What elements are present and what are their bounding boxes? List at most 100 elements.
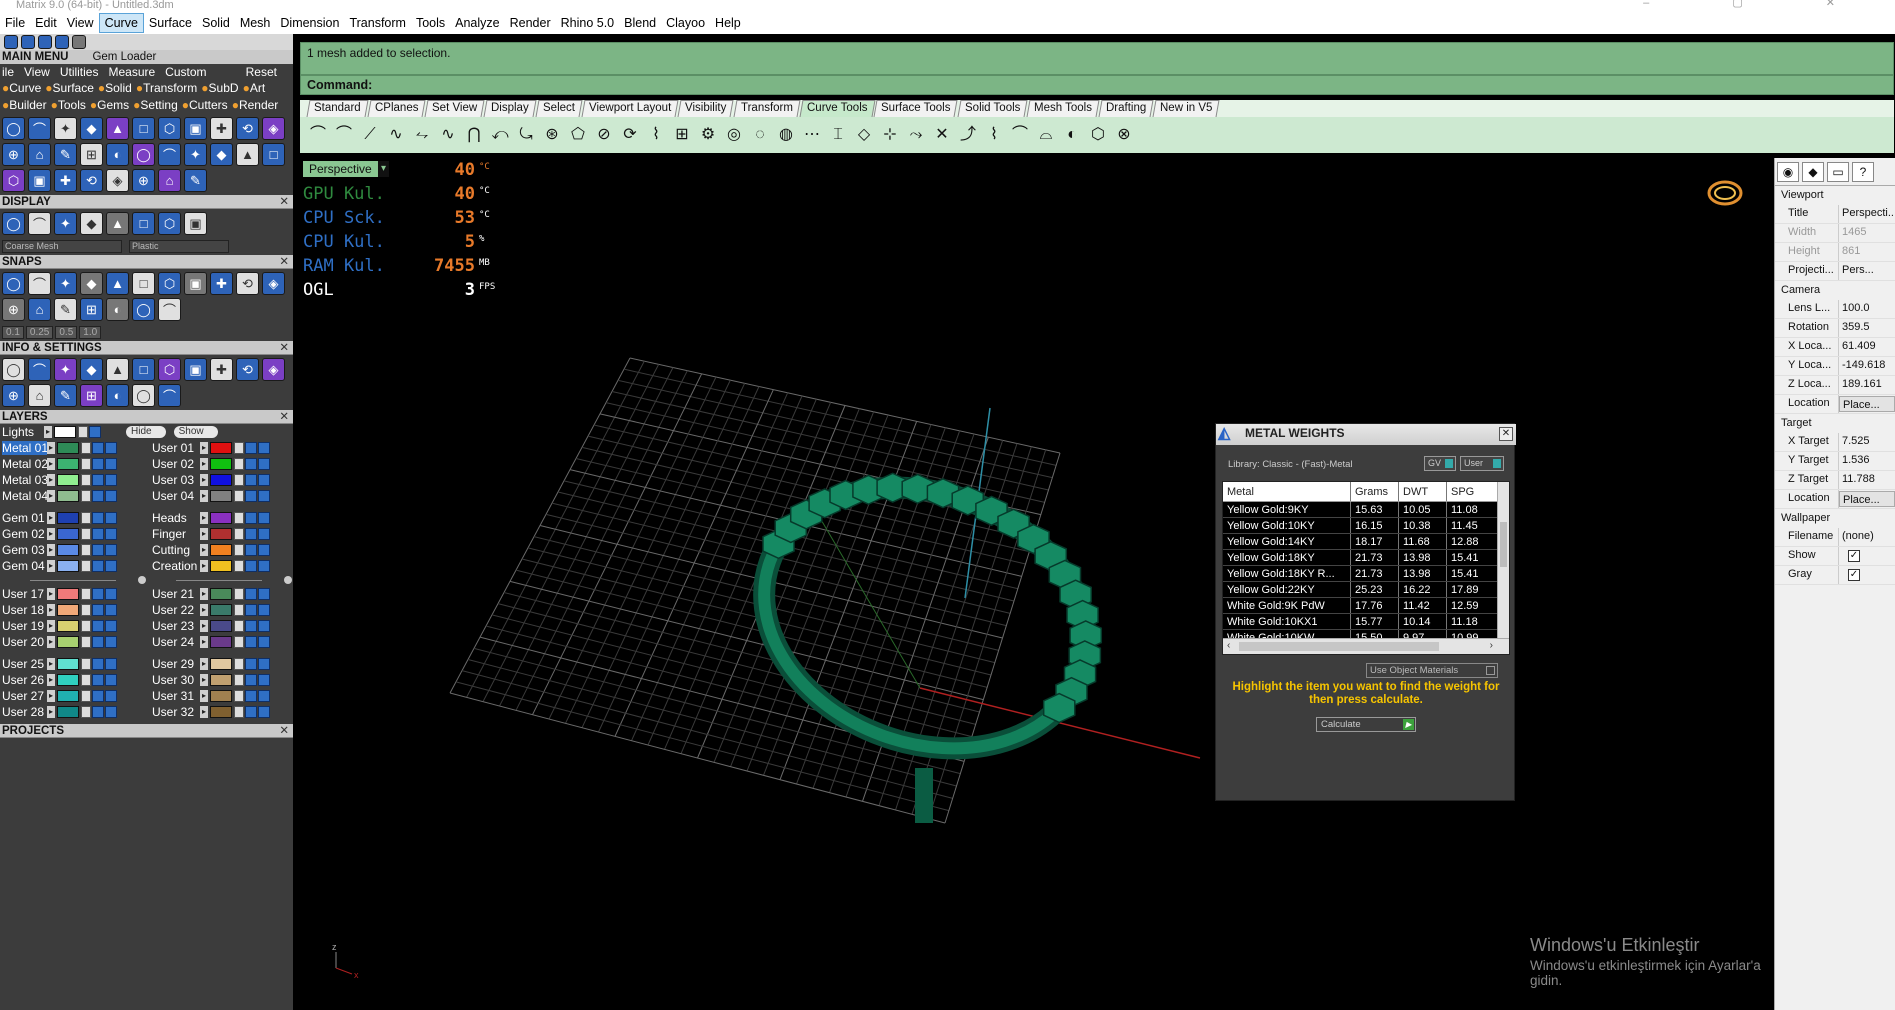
tool-icon[interactable]: ✚ xyxy=(210,358,233,381)
vertical-scrollbar[interactable] xyxy=(1497,482,1509,640)
curve-tool-icon[interactable]: ◐ xyxy=(1062,125,1082,145)
layer-expand-toggle[interactable]: ▸ xyxy=(47,528,55,540)
layer-row[interactable]: User 32 ▸ xyxy=(146,704,292,720)
metal-row[interactable]: White Gold:9K PdW 17.76 11.42 12.59 xyxy=(1223,598,1509,614)
curve-tool-icon[interactable]: ⚙ xyxy=(698,125,718,145)
layer-visibility-icon[interactable] xyxy=(92,706,104,718)
tool-icon[interactable]: ▲ xyxy=(106,272,129,295)
layer-lock-icon[interactable] xyxy=(234,706,244,718)
tool-icon[interactable]: ⌂ xyxy=(28,384,51,407)
layer-lock-icon[interactable] xyxy=(81,560,91,572)
tool-icon[interactable]: ◯ xyxy=(132,298,155,321)
layer-visibility-icon[interactable] xyxy=(92,604,104,616)
layer-visibility-icon[interactable] xyxy=(92,658,104,670)
tool-icon[interactable]: ⟲ xyxy=(236,358,259,381)
curve-tool-icon[interactable]: ⊗ xyxy=(1114,125,1134,145)
tool-icon[interactable]: ▣ xyxy=(28,169,51,192)
layer-color-swatch[interactable] xyxy=(210,658,232,670)
layer-expand-toggle[interactable]: ▸ xyxy=(47,512,55,524)
curve-tool-icon[interactable]: ⌒ xyxy=(1010,125,1030,145)
layer-row[interactable]: Heads ▸ xyxy=(146,510,292,526)
layer-render-icon[interactable] xyxy=(258,620,270,632)
gem-loader-label[interactable]: Gem Loader xyxy=(92,50,156,64)
tool-icon[interactable]: ✚ xyxy=(210,117,233,140)
layer-row[interactable]: User 30 ▸ xyxy=(146,672,292,688)
property-value[interactable]: 61.409 xyxy=(1839,338,1895,356)
show-all-button[interactable]: Show xyxy=(173,426,218,438)
tool-icon[interactable]: ⬡ xyxy=(158,212,181,235)
metal-row[interactable]: White Gold:10KX1 15.77 10.14 11.18 xyxy=(1223,614,1509,630)
perspective-viewport[interactable]: z x Perspective 40°C GPU Kul.40°CCPU Sck… xyxy=(300,158,1767,1010)
tool-icon[interactable]: ◯ xyxy=(2,117,25,140)
tab-standard[interactable]: Standard xyxy=(306,100,369,117)
curve-tool-icon[interactable]: ⊘ xyxy=(594,125,614,145)
layer-render-icon[interactable] xyxy=(105,474,117,486)
tool-icon[interactable]: ✚ xyxy=(210,272,233,295)
layer-visibility-icon[interactable] xyxy=(92,512,104,524)
layer-color-swatch[interactable] xyxy=(210,706,232,718)
layer-expand-toggle[interactable]: ▸ xyxy=(47,560,55,572)
gv-toggle[interactable]: GV xyxy=(1424,456,1456,471)
ring-gumball-icon[interactable] xyxy=(1707,180,1743,206)
layer-visibility-icon[interactable] xyxy=(245,442,257,454)
layer-lock-icon[interactable] xyxy=(81,620,91,632)
tool-icon[interactable]: ▲ xyxy=(106,212,129,235)
layer-visibility-icon[interactable] xyxy=(245,544,257,556)
tool-icon[interactable]: ▣ xyxy=(184,272,207,295)
layer-render-icon[interactable] xyxy=(105,604,117,616)
calculate-button[interactable]: Calculate ▶ xyxy=(1316,717,1416,732)
layer-expand-toggle[interactable]: ▸ xyxy=(200,588,208,600)
layer-lock-icon[interactable] xyxy=(234,620,244,632)
curve-tool-icon[interactable]: ⤿ xyxy=(516,125,536,145)
layer-row[interactable]: Finger ▸ xyxy=(146,526,292,542)
curve-tool-icon[interactable]: ⌒ xyxy=(334,125,354,145)
layer-visibility-icon[interactable] xyxy=(245,458,257,470)
layer-visibility-icon[interactable] xyxy=(92,620,104,632)
snap-value[interactable]: 0.25 xyxy=(25,326,54,339)
layer-lock-icon[interactable] xyxy=(81,604,91,616)
layer-row[interactable]: User 27 ▸ xyxy=(0,688,146,704)
curve-tool-icon[interactable]: ⥊ xyxy=(412,125,432,145)
layer-expand-toggle[interactable]: ▸ xyxy=(47,458,55,470)
layer-expand-toggle[interactable]: ▸ xyxy=(47,706,55,718)
main-menu-link[interactable]: ●Surface xyxy=(45,80,94,97)
layer-expand-toggle[interactable]: ▸ xyxy=(47,604,55,616)
layer-render-icon[interactable] xyxy=(258,706,270,718)
tab-mesh-tools[interactable]: Mesh Tools xyxy=(1026,100,1100,117)
layer-color-swatch[interactable] xyxy=(210,620,232,632)
layer-expand-toggle[interactable]: ▸ xyxy=(200,474,208,486)
main-menu-link[interactable]: ●Art xyxy=(243,80,266,97)
layer-render-icon[interactable] xyxy=(258,604,270,616)
tool-icon[interactable]: ⌒ xyxy=(28,212,51,235)
layer-render-icon[interactable] xyxy=(258,490,270,502)
layer-color-swatch[interactable] xyxy=(57,658,79,670)
layer-expand-toggle[interactable]: ▸ xyxy=(200,706,208,718)
curve-tool-icon[interactable]: ⊞ xyxy=(672,125,692,145)
layer-color-swatch[interactable] xyxy=(57,706,79,718)
layer-render-icon[interactable] xyxy=(258,636,270,648)
layer-expand-toggle[interactable]: ▸ xyxy=(200,442,208,454)
menu-help[interactable]: Help xyxy=(710,13,746,33)
horizontal-scrollbar[interactable]: ‹ › xyxy=(1223,638,1509,654)
metal-row[interactable]: Yellow Gold:22KY 25.23 16.22 17.89 xyxy=(1223,582,1509,598)
checkbox-icon[interactable]: ✓ xyxy=(1848,569,1860,581)
layer-color-swatch[interactable] xyxy=(57,588,79,600)
layer-color-swatch[interactable] xyxy=(57,528,79,540)
layer-render-icon[interactable] xyxy=(258,544,270,556)
layer-color-swatch[interactable] xyxy=(210,544,232,556)
layer-lock-icon[interactable] xyxy=(234,544,244,556)
tool-icon[interactable]: ◆ xyxy=(80,272,103,295)
layer-row[interactable]: Gem 03 ▸ xyxy=(0,542,146,558)
layer-render-icon[interactable] xyxy=(105,458,117,470)
menu-blend[interactable]: Blend xyxy=(619,13,661,33)
layer-expand-toggle[interactable]: ▸ xyxy=(47,474,55,486)
layer-color-swatch[interactable] xyxy=(57,490,79,502)
property-value[interactable]: 1.536 xyxy=(1839,452,1895,470)
layer-lock-icon[interactable] xyxy=(81,674,91,686)
layer-render-icon[interactable] xyxy=(105,442,117,454)
layer-visibility-icon[interactable] xyxy=(92,528,104,540)
main-menu-tab[interactable]: Measure xyxy=(108,64,155,80)
tool-icon[interactable]: ⟲ xyxy=(236,272,259,295)
tab-surface-tools[interactable]: Surface Tools xyxy=(873,100,959,117)
layer-lock-icon[interactable] xyxy=(81,690,91,702)
